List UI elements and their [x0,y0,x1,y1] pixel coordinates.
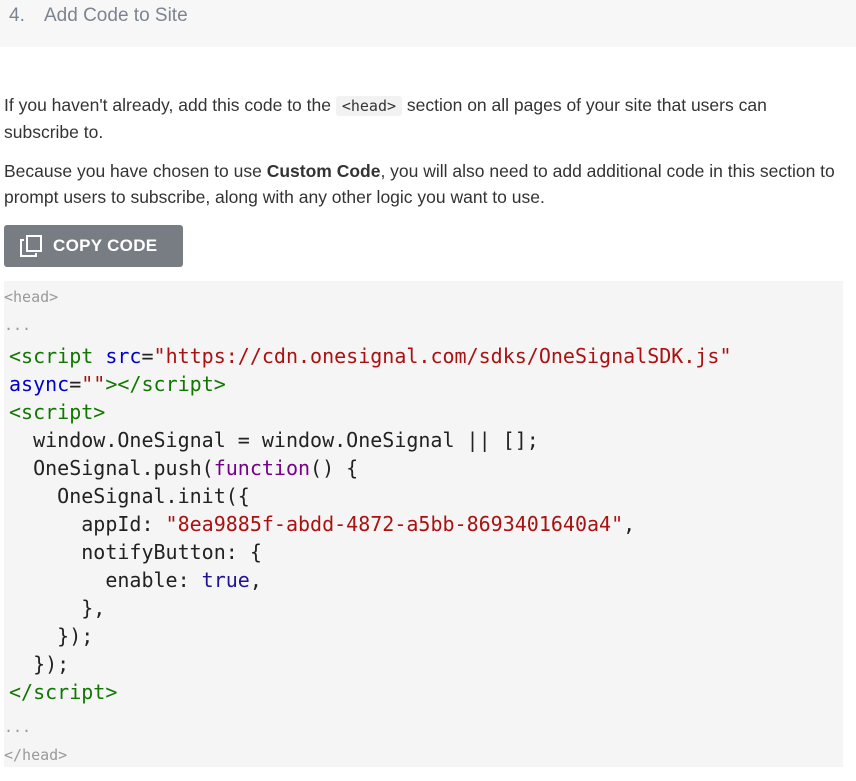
copy-code-label: COPY CODE [53,236,158,255]
head-open-context: <head> [4,288,59,306]
copy-code-button[interactable]: COPY CODE [4,225,183,267]
inline-code-head: <head> [335,96,403,116]
ellipsis-bottom: ... [4,718,32,736]
step-header[interactable]: 4. Add Code to Site [0,0,856,47]
para1-before: If you haven't already, add this code to… [4,95,336,115]
code-token: async [9,372,70,396]
code-token: <script> [9,400,106,424]
code-token: "" [81,372,106,396]
script-src-url: https://cdn.onesignal.com/sdks/OneSignal… [165,344,720,368]
instruction-paragraph: If you haven't already, add this code to… [4,92,844,145]
code-token: true [201,568,250,592]
custom-code-emphasis: Custom Code [266,161,381,181]
code-token: </script> [9,680,118,704]
code-token: "https://cdn.onesignal.com/sdks/OneSigna… [153,344,732,368]
custom-code-paragraph: Because you have chosen to use Custom Co… [4,158,844,210]
code-token: function [213,456,311,480]
code-token: <script [9,344,94,368]
code-token: src [105,344,142,368]
copy-icon [20,235,42,257]
code-token: ></script> [105,372,226,396]
step-number: 4. [9,5,25,26]
head-close-context: </head> [4,746,68,764]
step-title: Add Code to Site [44,5,188,26]
app-id-value: 8ea9885f-abdd-4872-a5bb-8693401640a4 [177,512,612,536]
ellipsis-top: ... [4,316,32,334]
code-snippet: <script src="https://cdn.onesignal.com/s… [9,344,732,704]
code-token: "8ea9885f-abdd-4872-a5bb-8693401640a4" [165,512,624,536]
para2-before: Because you have chosen to use [4,161,267,181]
